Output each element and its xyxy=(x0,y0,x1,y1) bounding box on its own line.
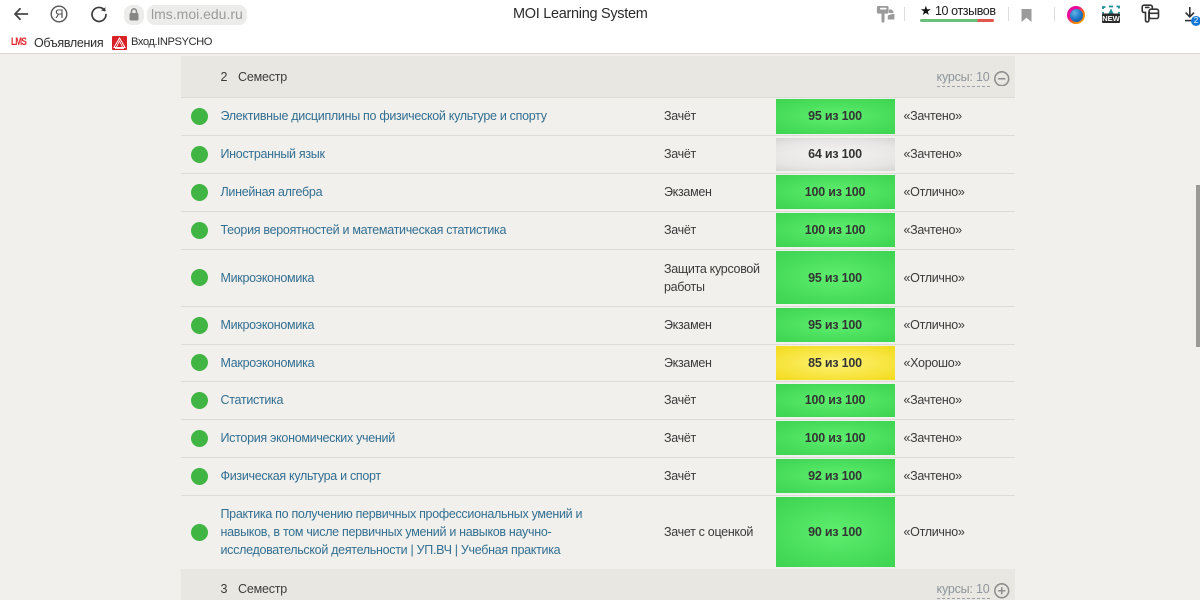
svg-text:NEW: NEW xyxy=(1102,14,1120,23)
svg-text:Я: Я xyxy=(55,7,64,21)
